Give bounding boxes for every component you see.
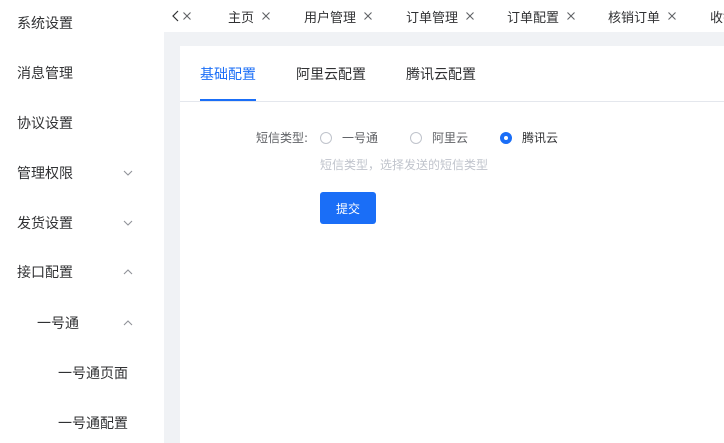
config-subtabs: 基础配置 阿里云配置 腾讯云配置 <box>180 46 724 102</box>
subtab-basic-config[interactable]: 基础配置 <box>200 64 256 84</box>
sidebar-item-label: 协议设置 <box>17 116 73 132</box>
close-icon[interactable] <box>566 11 576 21</box>
sidebar: 系统设置 消息管理 协议设置 管理权限 发货设置 接口配置 一号通 一号通页面 … <box>0 0 164 443</box>
radio-tencent[interactable]: 腾讯云 <box>500 129 558 146</box>
sidebar-item-message-management[interactable]: 消息管理 <box>0 48 164 98</box>
chevron-left-icon[interactable] <box>170 8 182 22</box>
config-card: 基础配置 阿里云配置 腾讯云配置 短信类型: 一号通 阿里云 腾讯云 短信类型，… <box>180 46 724 443</box>
active-tab-indicator <box>200 99 256 101</box>
sidebar-item-yihaotong-config[interactable]: 一号通配置 <box>0 398 164 443</box>
tab-label: 主页 <box>228 10 255 26</box>
chevron-down-icon <box>123 168 133 178</box>
tab-label: 订单配置 <box>507 10 560 26</box>
tab-order-management[interactable]: 订单管理 <box>406 0 475 32</box>
sidebar-item-shipping-settings[interactable]: 发货设置 <box>0 198 164 248</box>
close-icon[interactable] <box>363 11 373 21</box>
sidebar-item-label: 一号通 <box>37 316 79 332</box>
close-icon[interactable] <box>261 11 271 21</box>
radio-label: 阿里云 <box>432 131 469 145</box>
radio-circle[interactable] <box>410 131 422 144</box>
sidebar-item-yihaotong[interactable]: 一号通 <box>0 298 164 348</box>
chevron-up-icon <box>123 318 133 328</box>
sms-type-label: 短信类型: <box>256 131 309 145</box>
radio-circle[interactable] <box>320 131 332 144</box>
tab-order-config[interactable]: 订单配置 <box>507 0 576 32</box>
sidebar-item-label: 消息管理 <box>17 66 73 82</box>
tab-verify-orders[interactable]: 核销订单 <box>608 0 677 32</box>
sidebar-item-agreement-settings[interactable]: 协议设置 <box>0 98 164 148</box>
tab-label: 用户管理 <box>304 10 357 26</box>
close-icon[interactable] <box>667 11 677 21</box>
tab-home[interactable]: 主页 <box>228 0 271 32</box>
chevron-up-icon <box>123 267 133 277</box>
subtab-tencent-config[interactable]: 腾讯云配置 <box>406 64 476 84</box>
chevron-down-icon <box>123 218 133 228</box>
radio-label: 一号通 <box>342 131 379 145</box>
sidebar-item-permissions[interactable]: 管理权限 <box>0 148 164 198</box>
sidebar-item-interface-config[interactable]: 接口配置 <box>0 247 164 297</box>
sidebar-item-system-settings[interactable]: 系统设置 <box>0 0 164 48</box>
sms-type-hint: 短信类型，选择发送的短信类型 <box>320 158 489 172</box>
sidebar-item-label: 管理权限 <box>17 166 73 182</box>
sidebar-item-label: 系统设置 <box>17 16 73 32</box>
subtab-aliyun-config[interactable]: 阿里云配置 <box>296 64 366 84</box>
close-icon[interactable] <box>182 11 192 21</box>
radio-yihaotong[interactable]: 一号通 <box>320 129 378 146</box>
tab-label: 订单管理 <box>406 10 459 26</box>
tab-label: 核销订单 <box>608 10 661 26</box>
submit-button[interactable]: 提交 <box>320 192 376 224</box>
radio-aliyun[interactable]: 阿里云 <box>410 129 468 146</box>
sidebar-item-yihaotong-page[interactable]: 一号通页面 <box>0 348 164 398</box>
tab-label: 收银 <box>710 10 724 26</box>
sidebar-item-label: 接口配置 <box>17 265 73 281</box>
tab-user-management[interactable]: 用户管理 <box>304 0 373 32</box>
sidebar-item-label: 一号通配置 <box>58 416 128 432</box>
close-icon[interactable] <box>465 11 475 21</box>
tabs-bar: 主页 用户管理 订单管理 订单配置 核销订单 收银 <box>164 0 724 32</box>
tab-cashier[interactable]: 收银 <box>710 0 724 32</box>
radio-label: 腾讯云 <box>522 131 559 145</box>
radio-circle[interactable] <box>500 131 512 144</box>
sidebar-item-label: 发货设置 <box>17 216 73 232</box>
sidebar-item-label: 一号通页面 <box>58 366 128 382</box>
